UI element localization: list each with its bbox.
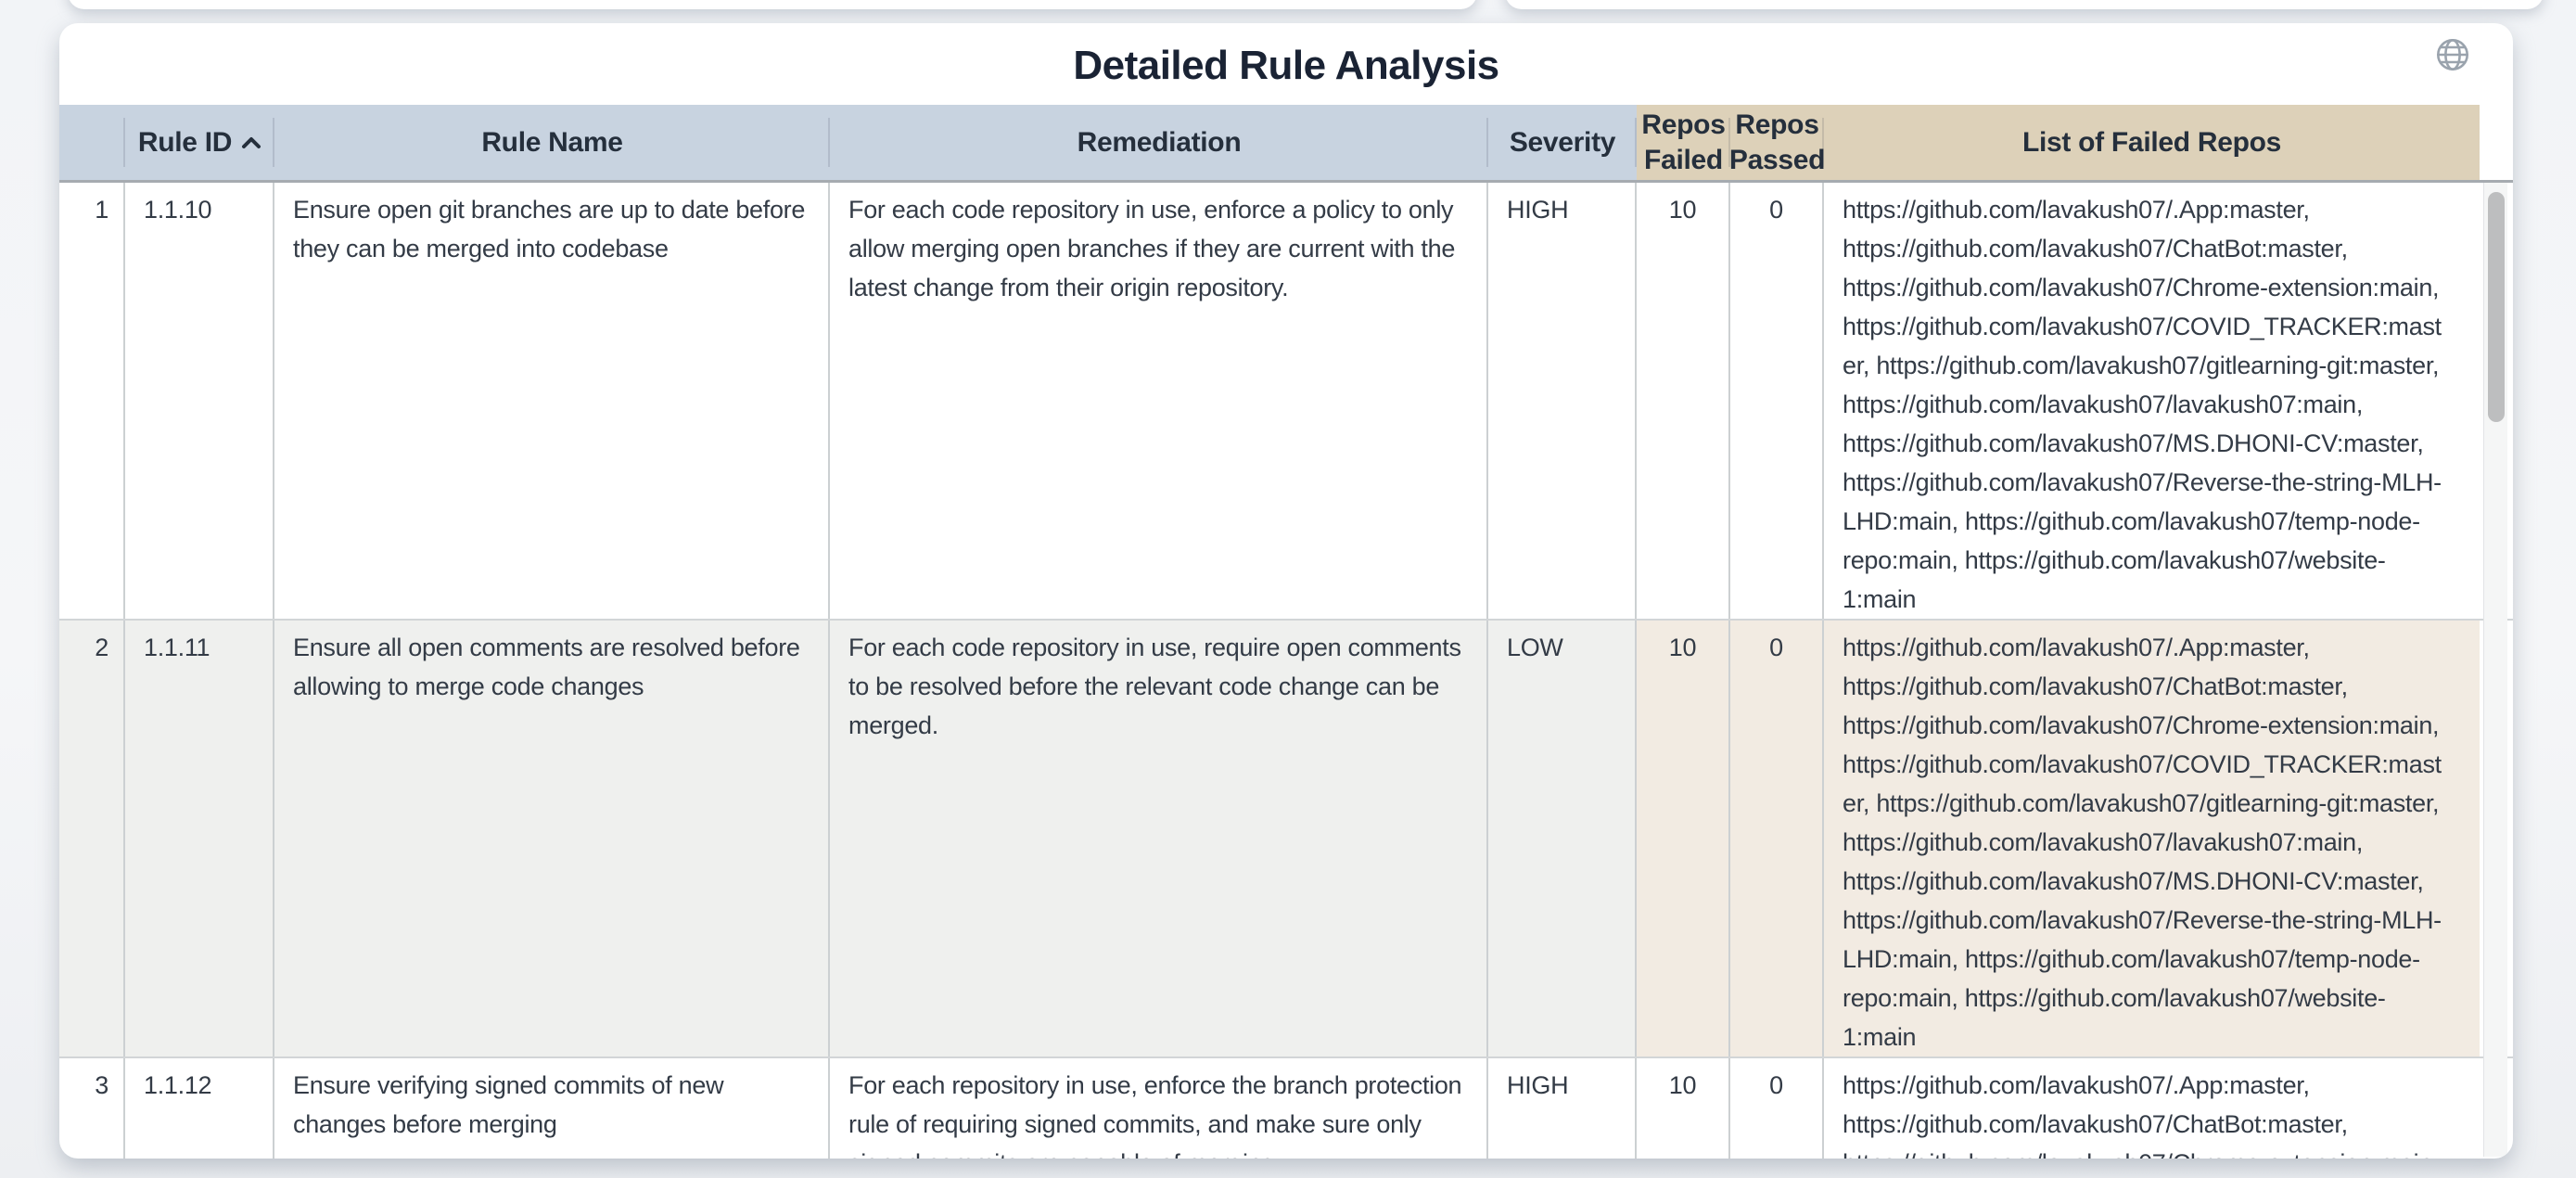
table-row: 1 1.1.10 Ensure open git branches are up… [59,183,2513,619]
table-row: 3 1.1.12 Ensure verifying signed commits… [59,1056,2513,1159]
column-header-repos-passed[interactable]: Repos Passed [1730,105,1824,180]
cell-row-index: 2 [59,621,125,1056]
cell-remediation: For each code repository in use, enforce… [830,183,1488,619]
cell-severity: HIGH [1488,183,1637,619]
cell-rule-name: Ensure open git branches are up to date … [274,183,830,619]
sort-ascending-icon [241,136,261,149]
cell-failed-repos: https://github.com/lavakush07/.App:maste… [1824,1058,2480,1159]
column-header-failed-repos[interactable]: List of Failed Repos [1824,105,2480,180]
cell-severity: LOW [1488,621,1637,1056]
table-scrollbar[interactable] [2483,183,2507,1157]
cell-repos-failed: 10 [1637,621,1730,1056]
column-header-rule-id-label: Rule ID [138,125,232,160]
cell-row-index: 3 [59,1058,125,1159]
cell-rule-id: 1.1.12 [125,1058,274,1159]
cell-severity: HIGH [1488,1058,1637,1159]
page-title: Detailed Rule Analysis [59,23,2513,109]
rule-analysis-table: Rule ID Rule Name Remediation Severity R… [59,105,2513,1159]
column-header-rule-id[interactable]: Rule ID [125,105,274,180]
column-header-repos-failed[interactable]: Repos Failed [1637,105,1730,180]
cell-repos-passed: 0 [1730,1058,1824,1159]
cell-failed-repos: https://github.com/lavakush07/.App:maste… [1824,621,2480,1056]
cell-rule-id: 1.1.10 [125,183,274,619]
detailed-rule-analysis-card: Detailed Rule Analysis Rule ID Rule Name… [59,23,2513,1159]
card-above-right-edge [1505,0,2544,9]
cell-remediation: For each repository in use, enforce the … [830,1058,1488,1159]
column-header-severity[interactable]: Severity [1488,105,1637,180]
cell-row-index: 1 [59,183,125,619]
card-header: Detailed Rule Analysis [59,23,2513,105]
scrollbar-thumb[interactable] [2488,192,2505,422]
cell-rule-name: Ensure verifying signed commits of new c… [274,1058,830,1159]
cell-rule-id: 1.1.11 [125,621,274,1056]
column-header-index [59,105,125,180]
cell-rule-name: Ensure all open comments are resolved be… [274,621,830,1056]
card-above-left-edge [68,0,1477,9]
cell-failed-repos: https://github.com/lavakush07/.App:maste… [1824,183,2480,619]
cell-repos-passed: 0 [1730,183,1824,619]
cell-repos-passed: 0 [1730,621,1824,1056]
column-header-remediation[interactable]: Remediation [830,105,1488,180]
column-header-rule-name[interactable]: Rule Name [274,105,830,180]
table-header-row: Rule ID Rule Name Remediation Severity R… [59,105,2513,183]
cell-remediation: For each code repository in use, require… [830,621,1488,1056]
table-row: 2 1.1.11 Ensure all open comments are re… [59,619,2513,1056]
cell-repos-failed: 10 [1637,1058,1730,1159]
globe-icon[interactable] [2433,35,2472,74]
cell-repos-failed: 10 [1637,183,1730,619]
